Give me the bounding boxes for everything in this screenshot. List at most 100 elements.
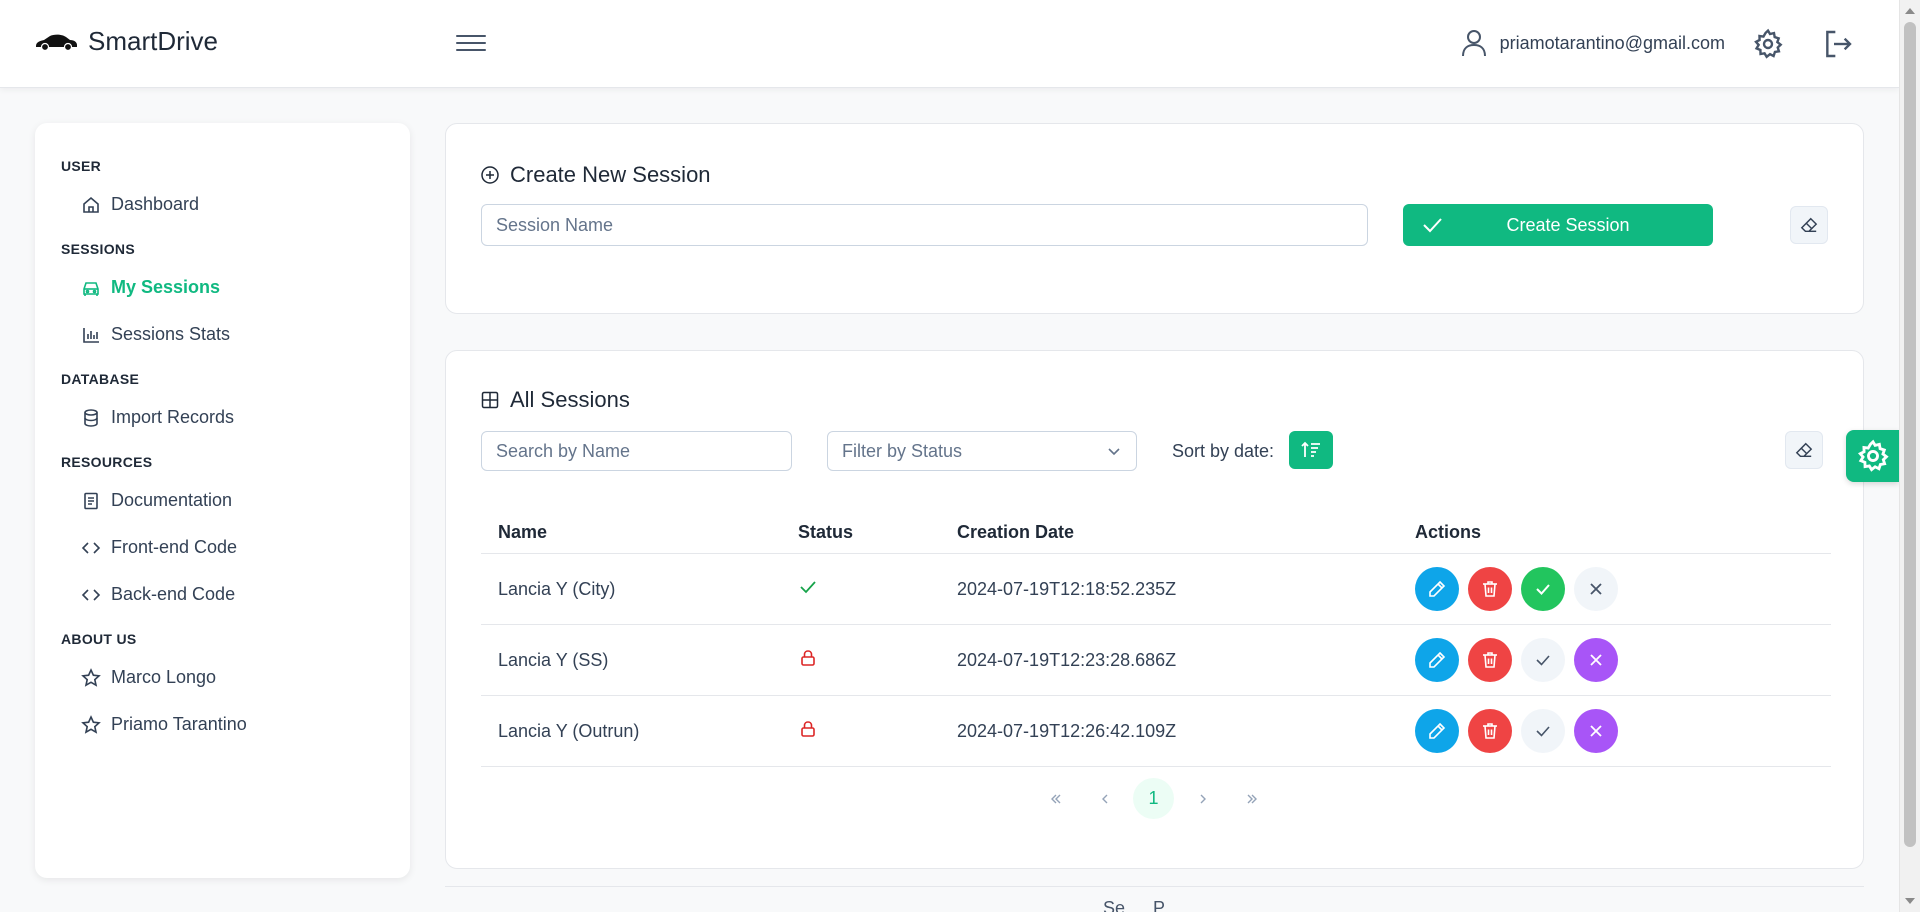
session-name: Lancia Y (SS) <box>498 649 609 670</box>
session-status <box>798 577 957 602</box>
pencil-icon <box>1429 722 1446 739</box>
filter-placeholder: Filter by Status <box>842 440 963 461</box>
sidebar-item-dashboard[interactable]: Dashboard <box>61 181 384 228</box>
row-actions <box>1415 709 1831 753</box>
footer-text: … Se … P… <box>1080 898 1184 912</box>
create-session-card: Create New Session Create Session <box>445 123 1864 314</box>
chevrons-right-icon <box>1247 794 1257 803</box>
sidebar-section-sessions: SESSIONS <box>61 241 135 257</box>
close-icon <box>1590 654 1602 666</box>
delete-button[interactable] <box>1468 709 1512 753</box>
check-icon <box>1536 726 1550 737</box>
page-button-current[interactable]: 1 <box>1133 778 1174 819</box>
next-page-button[interactable] <box>1182 778 1223 819</box>
sidebar-item-label: Sessions Stats <box>111 324 231 344</box>
layout-config-button[interactable] <box>1846 430 1899 482</box>
complete-button[interactable] <box>1521 567 1565 611</box>
app-name: SmartDrive <box>88 26 219 56</box>
close-icon <box>1590 725 1602 737</box>
user-info: priamotarantino@gmail.com <box>1460 28 1725 58</box>
sidebar-item-priamo-tarantino[interactable]: Priamo Tarantino <box>61 701 384 748</box>
home-icon <box>83 196 99 213</box>
sidebar-item-label: Front-end Code <box>111 537 238 557</box>
card-title-text: Create New Session <box>510 162 711 187</box>
create-session-title: Create New Session <box>480 162 711 188</box>
create-session-label: Create Session <box>1506 214 1630 235</box>
session-name: Lancia Y (Outrun) <box>498 720 640 741</box>
sort-by-date-label: Sort by date: <box>1172 441 1275 461</box>
sidebar-section-database: DATABASE <box>61 371 140 387</box>
last-page-button[interactable] <box>1231 778 1272 819</box>
scroll-down-arrow[interactable] <box>1905 898 1915 904</box>
menu-toggle-icon[interactable] <box>456 30 486 58</box>
car-logo-icon <box>36 34 77 51</box>
sort-by-date-button[interactable] <box>1289 431 1333 469</box>
pencil-icon <box>1429 651 1446 668</box>
column-header-name[interactable]: Name <box>481 522 798 543</box>
sidebar-item-documentation[interactable]: Documentation <box>61 477 384 524</box>
logout-icon[interactable] <box>1822 28 1854 60</box>
sessions-table: Name Status Creation Date Actions Lancia… <box>481 511 1831 767</box>
chevron-left-icon <box>1101 794 1107 803</box>
clear-filters-button[interactable] <box>1785 431 1823 469</box>
lock-icon <box>801 720 815 737</box>
edit-button[interactable] <box>1415 709 1459 753</box>
column-header-status[interactable]: Status <box>798 522 957 543</box>
scroll-up-arrow[interactable] <box>1905 8 1915 14</box>
status-filter-select[interactable]: Filter by Status <box>827 431 1137 471</box>
session-status <box>798 719 957 744</box>
brand[interactable]: SmartDrive <box>34 26 218 57</box>
settings-icon[interactable] <box>1752 28 1784 60</box>
star-icon <box>81 667 101 687</box>
delete-button[interactable] <box>1468 567 1512 611</box>
all-sessions-card: All Sessions Filter by Status Sort by da… <box>445 350 1864 869</box>
sidebar-item-back-end-code[interactable]: Back-end Code <box>61 571 384 618</box>
sidebar-item-sessions-stats[interactable]: Sessions Stats <box>61 311 384 358</box>
code-icon <box>81 541 101 554</box>
eraser-icon <box>1800 217 1818 233</box>
sidebar-item-front-end-code[interactable]: Front-end Code <box>61 524 384 571</box>
cancel-button[interactable] <box>1574 709 1618 753</box>
row-actions <box>1415 567 1831 611</box>
user-icon <box>1461 30 1486 57</box>
previous-page-button[interactable] <box>1084 778 1125 819</box>
first-page-button[interactable] <box>1035 778 1076 819</box>
cancel-button[interactable] <box>1574 638 1618 682</box>
pencil-icon <box>1429 580 1446 597</box>
session-status <box>798 648 957 673</box>
trash-icon <box>1483 723 1497 739</box>
bar-chart-icon <box>83 327 99 343</box>
chevron-right-icon <box>1200 794 1206 803</box>
complete-button[interactable] <box>1521 709 1565 753</box>
table-header: Name Status Creation Date Actions <box>481 511 1831 554</box>
create-session-button[interactable]: Create Session <box>1403 204 1713 246</box>
scroll-thumb[interactable] <box>1904 22 1916 847</box>
sidebar-section-resources: RESOURCES <box>61 454 153 470</box>
sidebar-item-import-records[interactable]: Import Records <box>61 394 384 441</box>
chevrons-left-icon <box>1050 794 1060 803</box>
trash-icon <box>1483 581 1497 597</box>
edit-button[interactable] <box>1415 567 1459 611</box>
database-icon <box>84 408 98 427</box>
sidebar-item-my-sessions[interactable]: My Sessions <box>61 264 384 311</box>
session-name: Lancia Y (City) <box>498 578 616 599</box>
car-icon <box>83 281 99 296</box>
close-icon <box>1590 583 1602 595</box>
card-title-text: All Sessions <box>510 387 630 412</box>
edit-button[interactable] <box>1415 638 1459 682</box>
sidebar-item-marco-longo[interactable]: Marco Longo <box>61 654 384 701</box>
trash-icon <box>1483 652 1497 668</box>
delete-button[interactable] <box>1468 638 1512 682</box>
session-creation-date: 2024-07-19T12:26:42.109Z <box>957 720 1177 741</box>
clear-form-button[interactable] <box>1790 206 1828 244</box>
sidebar-item-label: My Sessions <box>111 277 221 297</box>
session-name-input[interactable] <box>481 204 1368 246</box>
eraser-icon <box>1795 442 1813 458</box>
top-bar: SmartDrive priamotarantino@gmail.com <box>0 0 1899 88</box>
search-by-name-input[interactable] <box>481 431 792 471</box>
complete-button[interactable] <box>1521 638 1565 682</box>
pagination: 1 <box>1035 778 1272 819</box>
page-scrollbar[interactable] <box>1899 0 1920 912</box>
cancel-button[interactable] <box>1574 567 1618 611</box>
column-header-creation-date[interactable]: Creation Date <box>957 522 1415 543</box>
